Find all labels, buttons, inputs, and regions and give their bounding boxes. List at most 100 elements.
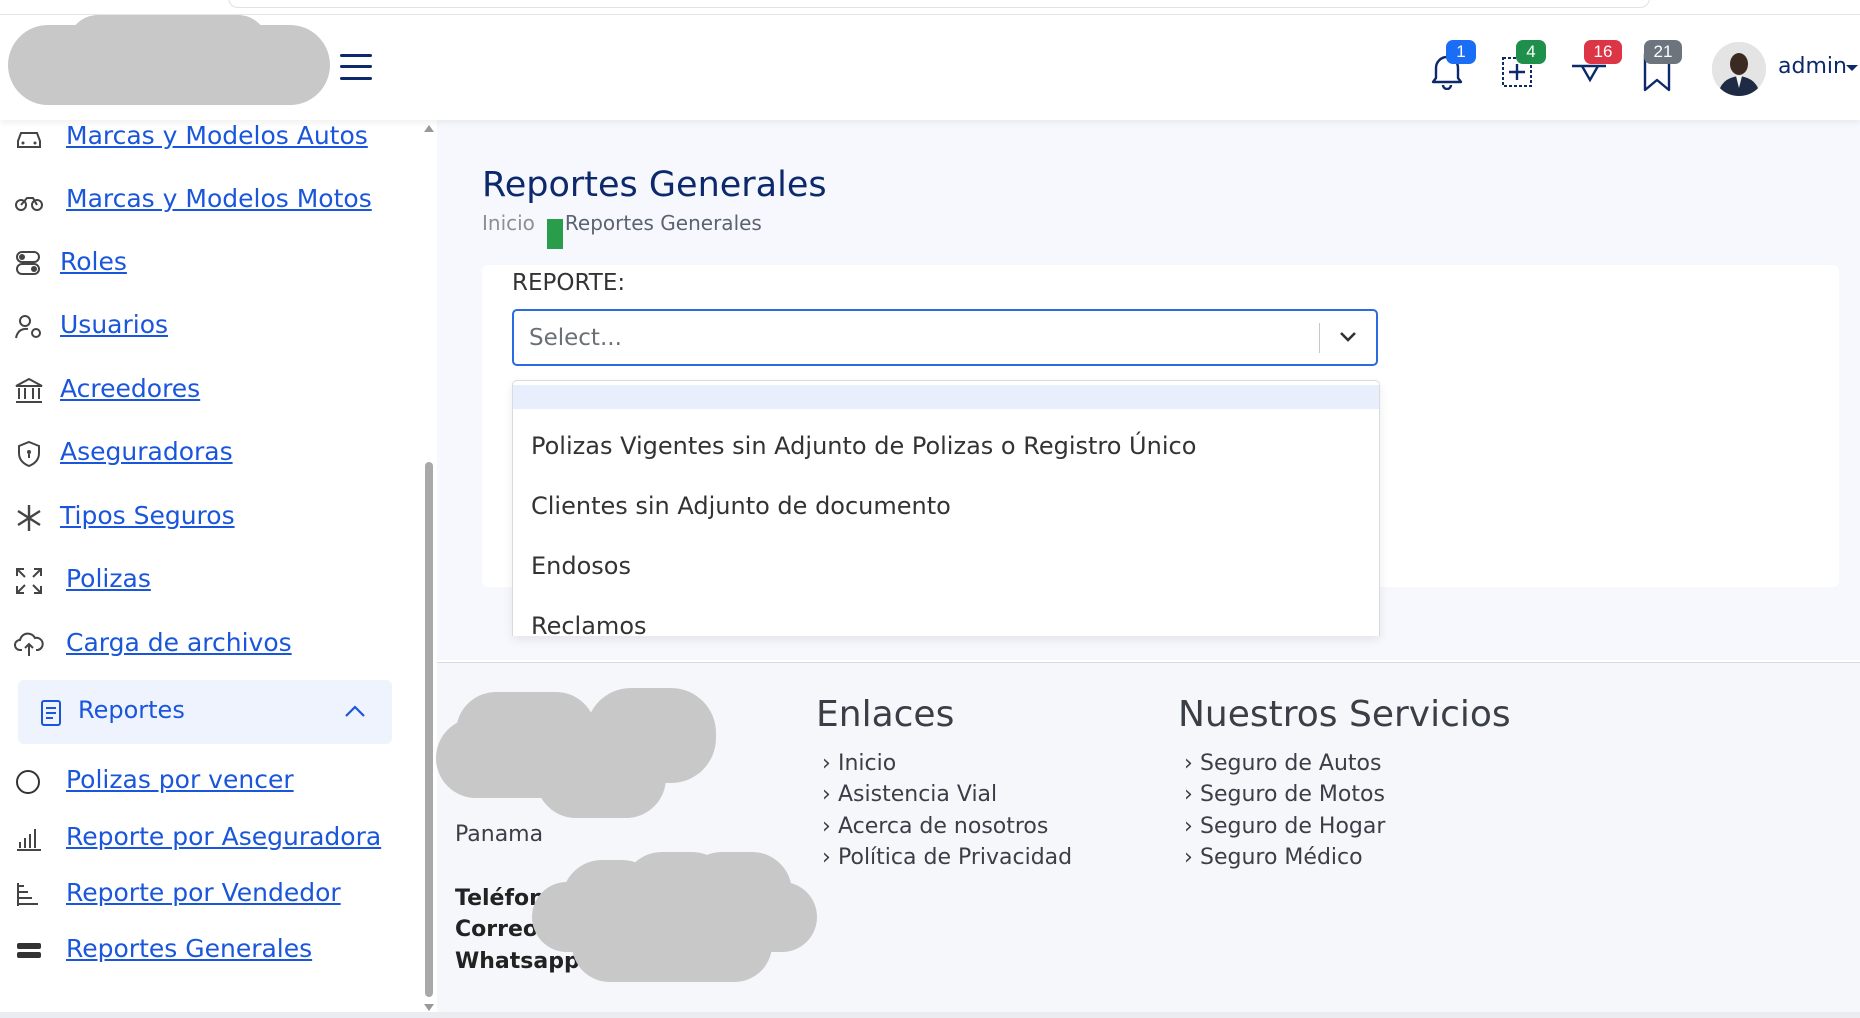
bank-icon (15, 377, 43, 403)
sidebar-item-label: Aseguradoras (60, 437, 233, 466)
footer-links-title: Enlaces (816, 694, 955, 735)
footer-service-autos[interactable]: › Seguro de Autos (1184, 751, 1381, 776)
sidebar-subitem-reportes-generales[interactable]: Reportes Generales (14, 930, 404, 970)
footer-link-inicio[interactable]: › Inicio (822, 751, 896, 776)
new-items-button[interactable]: 4 (1500, 40, 1546, 90)
sidebar-item-label: Usuarios (60, 310, 169, 339)
sidebar-group-reportes[interactable]: Reportes (18, 680, 392, 744)
sidebar-item-label: Roles (60, 247, 127, 276)
option-label: Clientes sin Adjunto de documento (531, 492, 951, 520)
chevron-up-icon (345, 705, 365, 717)
select-option[interactable]: Clientes sin Adjunto de documento (513, 479, 1379, 539)
bookmarks-badge: 21 (1644, 40, 1682, 64)
notifications-badge: 1 (1446, 40, 1476, 64)
breadcrumb-current: Reportes Generales (564, 211, 762, 235)
sidebar-group-label: Reportes (78, 696, 185, 724)
user-name[interactable]: admin (1778, 54, 1847, 79)
chevron-right-icon: › (822, 751, 831, 776)
footer-service-motos[interactable]: › Seguro de Motos (1184, 782, 1385, 807)
sidebar-item-label: Marcas y Modelos Motos (66, 184, 372, 213)
footer-link-privacidad[interactable]: › Política de Privacidad (822, 845, 1072, 870)
select-divider (1319, 323, 1320, 353)
select-option[interactable]: Reclamos (513, 599, 1379, 636)
sidebar-item-label: Reporte por Aseguradora (66, 822, 382, 851)
chevron-right-icon: › (822, 782, 831, 807)
chevron-right-icon: › (1184, 751, 1193, 776)
footer-contact-redacted (532, 852, 817, 982)
sidebar-item-tipos-seguros[interactable]: Tipos Seguros (14, 497, 404, 537)
user-menu-caret-icon[interactable] (1846, 65, 1858, 71)
sidebar-subitem-polizas-vencer[interactable]: Polizas por vencer (14, 761, 404, 801)
avatar-photo (1712, 42, 1766, 96)
sidebar-item-acreedores[interactable]: Acreedores (14, 370, 404, 410)
chevron-right-icon: › (822, 845, 831, 870)
chevron-down-icon[interactable] (1338, 330, 1358, 344)
tasks-button[interactable]: 16 (1570, 40, 1622, 90)
sidebar-item-label: Polizas (66, 564, 151, 593)
toggle-icon (16, 251, 40, 275)
expand-icon (16, 568, 42, 594)
breadcrumb-home[interactable]: Inicio (482, 211, 535, 235)
menu-toggle-button[interactable] (338, 50, 374, 84)
window-bottom-edge (0, 1012, 1860, 1018)
select-placeholder: Select... (529, 325, 622, 351)
select-option-empty[interactable] (513, 385, 1379, 409)
footer-service-medico[interactable]: › Seguro Médico (1184, 845, 1363, 870)
select-option[interactable]: Endosos (513, 539, 1379, 599)
report-doc-icon (41, 700, 61, 726)
sidebar-item-label: Tipos Seguros (60, 501, 235, 530)
sidebar-subitem-reporte-aseguradora[interactable]: Reporte por Aseguradora (14, 818, 404, 858)
footer-service-hogar[interactable]: › Seguro de Hogar (1184, 814, 1385, 839)
new-items-badge: 4 (1516, 40, 1546, 64)
user-gear-icon (15, 315, 41, 339)
bookmarks-button[interactable]: 21 (1640, 40, 1682, 92)
footer-link-asistencia[interactable]: › Asistencia Vial (822, 782, 997, 807)
shield-icon (18, 440, 40, 468)
chevron-right-icon: › (1184, 782, 1193, 807)
footer-services-title: Nuestros Servicios (1178, 694, 1511, 735)
logo-redacted (8, 15, 330, 107)
circle-icon (16, 770, 40, 794)
option-label: Polizas Vigentes sin Adjunto de Polizas … (531, 432, 1197, 460)
tree-list-icon (17, 883, 38, 906)
chevron-right-icon: › (1184, 845, 1193, 870)
footer-logo-redacted (436, 688, 716, 833)
breadcrumb: Inicio / Reportes Generales (482, 211, 762, 249)
scroll-up-arrow-icon[interactable] (424, 125, 434, 132)
sidebar-item-carga-archivos[interactable]: Carga de archivos (14, 624, 404, 664)
footer-link-acerca[interactable]: › Acerca de nosotros (822, 814, 1048, 839)
sidebar-item-label: Carga de archivos (66, 628, 292, 657)
scroll-down-arrow-icon[interactable] (424, 1004, 434, 1011)
chevron-right-icon: › (822, 814, 831, 839)
tasks-badge: 16 (1584, 40, 1622, 64)
sidebar-item-roles[interactable]: Roles (14, 243, 404, 283)
sidebar-item-label: Marcas y Modelos Autos (66, 121, 368, 150)
sidebar-item-polizas[interactable]: Polizas (14, 560, 404, 600)
bar-chart-icon (17, 829, 41, 851)
sidebar-item-marcas-motos[interactable]: Marcas y Modelos Motos (14, 180, 404, 220)
sidebar-item-label: Acreedores (60, 374, 201, 403)
notifications-button[interactable]: 1 (1430, 40, 1476, 90)
user-avatar[interactable] (1712, 42, 1766, 96)
car-icon (17, 132, 41, 148)
select-option[interactable]: Polizas Vigentes sin Adjunto de Polizas … (513, 419, 1379, 479)
address-bar (228, 0, 1650, 8)
report-field-label: REPORTE: (512, 270, 626, 296)
option-label: Reclamos (531, 612, 647, 636)
sidebar-item-usuarios[interactable]: Usuarios (14, 306, 404, 346)
sidebar-item-label: Reporte por Vendedor (66, 878, 341, 907)
asterisk-icon (17, 505, 41, 531)
sidebar-item-aseguradoras[interactable]: Aseguradoras (14, 433, 404, 473)
ticket-icon (17, 943, 41, 958)
top-navbar: 1 4 16 21 admin (0, 0, 1860, 120)
sidebar-subitem-reporte-vendedor[interactable]: Reporte por Vendedor (14, 874, 404, 914)
report-select[interactable]: Select... (512, 309, 1378, 366)
breadcrumb-separator: / (546, 219, 563, 249)
sidebar-item-marcas-autos[interactable]: Marcas y Modelos Autos (14, 117, 404, 157)
sidebar-item-label: Reportes Generales (66, 934, 313, 963)
sidebar-scrollbar-thumb[interactable] (425, 462, 433, 997)
report-select-menu: Polizas Vigentes sin Adjunto de Polizas … (512, 380, 1380, 636)
cloud-upload-icon (14, 632, 44, 656)
chevron-right-icon: › (1184, 814, 1193, 839)
sidebar-item-label: Polizas por vencer (66, 765, 294, 794)
